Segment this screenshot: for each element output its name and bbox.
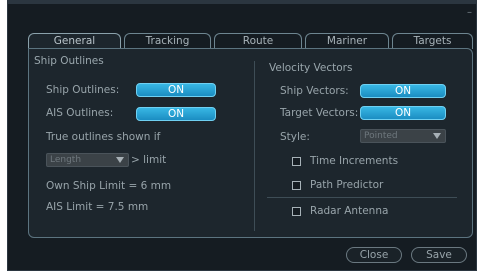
true-outlines-label: True outlines shown if — [46, 131, 161, 143]
target-vectors-label: Target Vectors: — [280, 107, 359, 119]
general-panel: Ship Outlines Ship Outlines: ON AIS Outl… — [28, 48, 473, 238]
minimize-icon[interactable]: – — [467, 7, 472, 18]
time-increments-label: Time Increments — [310, 155, 399, 167]
ship-outlines-label: Ship Outlines: — [46, 84, 120, 96]
length-select-value: Length — [50, 155, 82, 165]
section-divider — [267, 197, 457, 198]
chevron-down-icon — [433, 133, 441, 139]
ship-outlines-toggle[interactable]: ON — [136, 83, 216, 97]
path-predictor-checkbox[interactable] — [292, 181, 301, 190]
tab-mariner[interactable]: Mariner — [305, 33, 389, 49]
ship-vectors-toggle[interactable]: ON — [360, 84, 446, 98]
tab-route[interactable]: Route — [214, 33, 302, 49]
style-select[interactable]: Pointed — [360, 129, 446, 143]
tab-tracking[interactable]: Tracking — [124, 33, 211, 49]
column-divider — [254, 61, 255, 231]
radar-antenna-label: Radar Antenna — [310, 205, 389, 217]
ship-outlines-heading: Ship Outlines — [34, 55, 104, 67]
length-select[interactable]: Length — [46, 153, 129, 167]
style-label: Style: — [280, 131, 310, 143]
ais-outlines-toggle[interactable]: ON — [136, 107, 216, 121]
target-vectors-toggle[interactable]: ON — [360, 106, 446, 120]
radar-antenna-checkbox[interactable] — [292, 207, 301, 216]
tab-targets[interactable]: Targets — [392, 33, 473, 49]
velocity-vectors-heading: Velocity Vectors — [269, 62, 353, 74]
save-button[interactable]: Save — [411, 247, 467, 263]
time-increments-checkbox[interactable] — [292, 157, 301, 166]
title-bar — [8, 1, 476, 4]
close-button[interactable]: Close — [346, 247, 402, 263]
style-select-value: Pointed — [364, 131, 398, 141]
ais-limit: AIS Limit = 7.5 mm — [46, 201, 149, 213]
settings-dialog: – General Tracking Route Mariner Targets… — [7, 0, 477, 271]
chevron-down-icon — [116, 157, 124, 163]
own-ship-limit: Own Ship Limit = 6 mm — [46, 180, 172, 192]
path-predictor-label: Path Predictor — [310, 179, 384, 191]
ais-outlines-label: AIS Outlines: — [46, 107, 114, 119]
tab-bar: General Tracking Route Mariner Targets — [28, 33, 473, 50]
limit-label: > limit — [131, 154, 167, 166]
ship-vectors-label: Ship Vectors: — [280, 85, 349, 97]
